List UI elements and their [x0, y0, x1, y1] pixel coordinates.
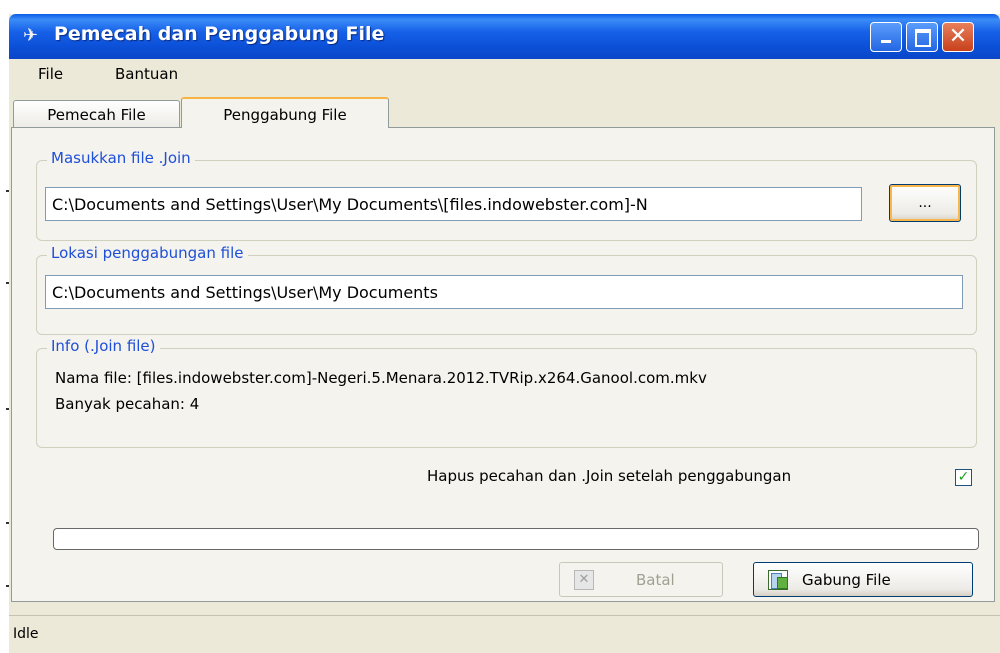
delete-after-join-label: Hapus pecahan dan .Join setelah penggabu… — [427, 467, 792, 485]
tab-splitter[interactable]: Pemecah File — [13, 100, 180, 128]
close-button[interactable]: ✕ — [942, 22, 974, 52]
browse-button[interactable]: ... — [889, 184, 961, 222]
menu-bar: File Bantuan — [9, 59, 1000, 91]
info-legend: Info (.Join file) — [47, 337, 160, 355]
cancel-button[interactable]: ✕ Batal — [559, 562, 723, 597]
join-file-legend: Masukkan file .Join — [47, 149, 195, 167]
tab-joiner[interactable]: Penggabung File — [181, 97, 389, 128]
join-progress-bar — [53, 528, 979, 550]
cancel-label: Batal — [636, 571, 675, 589]
window-title: Pemecah dan Penggabung File — [54, 23, 385, 45]
menu-file[interactable]: File — [38, 65, 63, 83]
close-icon: ✕ — [948, 24, 968, 49]
maximize-icon — [907, 23, 937, 51]
app-icon: ✈ — [23, 25, 39, 46]
title-bar[interactable]: ✈ Pemecah dan Penggabung File ✕ — [9, 14, 1000, 59]
join-file-input[interactable]: C:\Documents and Settings\User\My Docume… — [45, 187, 862, 221]
background-window-fragment — [0, 0, 1000, 14]
join-file-label: Gabung File — [802, 571, 891, 589]
status-text: Idle — [13, 626, 39, 642]
join-location-legend: Lokasi penggabungan file — [47, 244, 248, 262]
status-bar: Idle — [9, 615, 1000, 653]
app-window: ✈ Pemecah dan Penggabung File ✕ File Ban… — [9, 14, 1000, 653]
menu-help[interactable]: Bantuan — [115, 65, 178, 83]
join-icon — [768, 570, 788, 590]
cancel-icon: ✕ — [574, 570, 594, 590]
delete-after-join-checkbox[interactable]: ✓ — [955, 469, 972, 486]
join-file-button[interactable]: Gabung File — [753, 562, 973, 597]
maximize-button[interactable] — [906, 22, 938, 52]
info-file-name: Nama file: [files.indowebster.com]-Neger… — [55, 369, 707, 387]
info-piece-count: Banyak pecahan: 4 — [55, 395, 200, 413]
minimize-button[interactable] — [870, 22, 902, 52]
minimize-icon — [871, 23, 901, 51]
join-location-input[interactable]: C:\Documents and Settings\User\My Docume… — [45, 275, 963, 309]
